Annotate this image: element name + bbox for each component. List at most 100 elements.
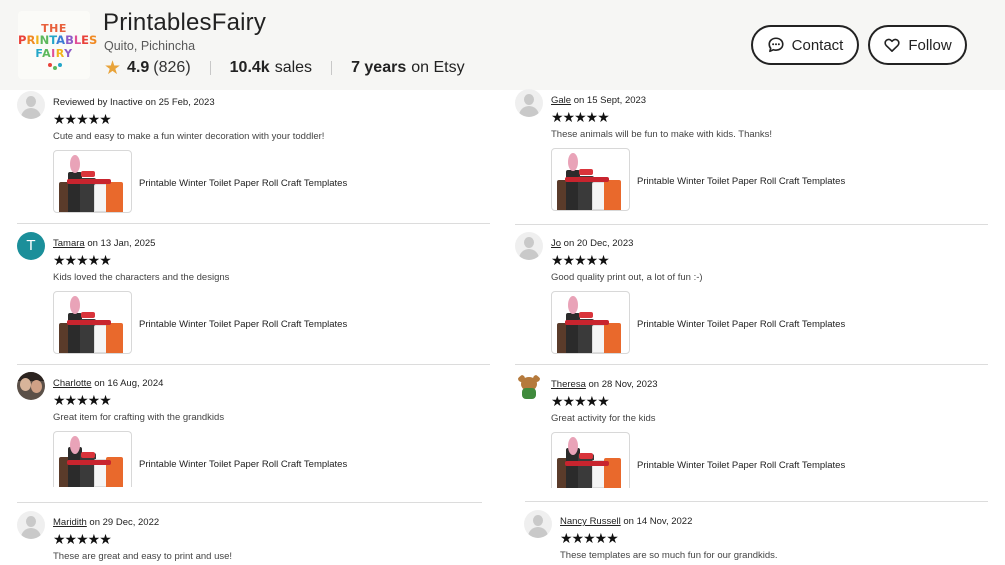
item-title-link[interactable]: Printable Winter Toilet Paper Roll Craft… bbox=[139, 178, 347, 189]
logo-text-line2: PRINTABLES bbox=[18, 33, 98, 47]
reviewer-name-link[interactable]: Tamara bbox=[53, 238, 85, 249]
item-title-link[interactable]: Printable Winter Toilet Paper Roll Craft… bbox=[139, 319, 347, 330]
item-thumbnail[interactable] bbox=[53, 431, 132, 487]
review-text: Cute and easy to make a fun winter decor… bbox=[53, 131, 325, 142]
item-title-link[interactable]: Printable Winter Toilet Paper Roll Craft… bbox=[637, 319, 845, 330]
review-meta: Theresa on 28 Nov, 2023 bbox=[551, 379, 658, 390]
follow-button[interactable]: Follow bbox=[868, 25, 967, 65]
rating-stars: ★★★★★ bbox=[551, 109, 610, 125]
default-avatar-icon bbox=[17, 511, 45, 539]
stats-divider bbox=[331, 61, 333, 75]
review-date: on 16 Aug, 2024 bbox=[91, 378, 164, 389]
default-avatar-icon bbox=[515, 89, 543, 117]
shop-name[interactable]: PrintablesFairy bbox=[103, 9, 266, 37]
review-text: Kids loved the characters and the design… bbox=[53, 272, 230, 283]
rating-stars: ★★★★★ bbox=[53, 111, 112, 127]
review-text: These templates are so much fun for our … bbox=[560, 550, 778, 561]
craft-roll-figure bbox=[106, 323, 123, 353]
review-card: Nancy Russell on 14 Nov, 2022 ★★★★★ Thes… bbox=[524, 510, 994, 565]
craft-accent bbox=[96, 156, 108, 168]
review-date: on 25 Feb, 2023 bbox=[142, 97, 215, 108]
craft-accent bbox=[96, 437, 108, 449]
rating-stars: ★★★★★ bbox=[551, 393, 610, 409]
rating-stars: ★★★★★ bbox=[551, 252, 610, 268]
default-avatar-icon bbox=[515, 232, 543, 260]
craft-accent bbox=[81, 312, 95, 318]
shop-logo[interactable]: THE PRINTABLES FAIRY bbox=[18, 11, 98, 79]
rating-value: 4.9 bbox=[127, 59, 150, 76]
craft-accent bbox=[594, 297, 606, 309]
rating-count[interactable]: (826) bbox=[153, 59, 190, 77]
sales-label: sales bbox=[274, 59, 313, 76]
rating-stars: ★★★★★ bbox=[53, 392, 112, 408]
teddy-bear-avatar bbox=[515, 373, 543, 401]
sales-value: 10.4k bbox=[229, 59, 270, 76]
item-thumbnail[interactable] bbox=[551, 148, 630, 211]
reviewer-name-link[interactable]: Jo bbox=[551, 238, 561, 249]
review-meta: Reviewed by Inactive on 25 Feb, 2023 bbox=[53, 97, 215, 108]
review-divider bbox=[17, 364, 490, 365]
craft-accent bbox=[70, 296, 80, 314]
reviewer-name-link[interactable]: Nancy Russell bbox=[560, 516, 621, 527]
craft-accent bbox=[81, 452, 95, 458]
review-card: Maridith on 29 Dec, 2022 ★★★★★ These are… bbox=[17, 511, 487, 565]
reviewer-name-link[interactable]: Theresa bbox=[551, 379, 586, 390]
craft-roll-figure bbox=[106, 182, 123, 212]
craft-accent bbox=[67, 460, 111, 465]
craft-accent bbox=[565, 461, 609, 466]
review-text: Great activity for the kids bbox=[551, 413, 656, 424]
shop-location: Quito, Pichincha bbox=[104, 39, 196, 53]
review-divider bbox=[515, 224, 988, 225]
review-date: on 20 Dec, 2023 bbox=[561, 238, 634, 249]
default-avatar-icon bbox=[17, 91, 45, 119]
reviewer-name-link[interactable]: Charlotte bbox=[53, 378, 92, 389]
shop-stats: ★ 4.9 (826) 10.4k sales 7 years on Etsy bbox=[104, 58, 465, 78]
review-card: T Tamara on 13 Jan, 2025 ★★★★★ Kids love… bbox=[17, 232, 487, 372]
follow-label: Follow bbox=[908, 36, 952, 54]
review-date: on 29 Dec, 2022 bbox=[86, 517, 160, 528]
item-thumbnail[interactable] bbox=[53, 150, 132, 213]
stats-divider bbox=[209, 61, 211, 75]
review-meta: Jo on 20 Dec, 2023 bbox=[551, 238, 633, 249]
craft-accent bbox=[579, 312, 593, 318]
item-title-link[interactable]: Printable Winter Toilet Paper Roll Craft… bbox=[637, 460, 845, 471]
craft-accent bbox=[579, 453, 593, 459]
initial-avatar: T bbox=[17, 232, 45, 260]
reviewer-name-link[interactable]: Maridith bbox=[53, 517, 87, 528]
craft-accent bbox=[594, 438, 606, 450]
review-card: Reviewed by Inactive on 25 Feb, 2023 ★★★… bbox=[17, 91, 487, 231]
review-card: Theresa on 28 Nov, 2023 ★★★★★ Great acti… bbox=[515, 373, 985, 513]
review-text: These animals will be fun to make with k… bbox=[551, 129, 773, 140]
craft-accent bbox=[67, 320, 111, 325]
rating-stars: ★★★★★ bbox=[560, 530, 619, 546]
craft-roll-figure bbox=[604, 180, 621, 210]
default-avatar-icon bbox=[524, 510, 552, 538]
reviewer-name-link[interactable]: Gale bbox=[551, 95, 571, 106]
review-date: on 15 Sept, 2023 bbox=[571, 95, 647, 106]
contact-button[interactable]: Contact bbox=[751, 25, 859, 65]
craft-accent bbox=[579, 169, 593, 175]
craft-accent bbox=[565, 177, 609, 182]
chat-bubble-icon bbox=[768, 37, 784, 53]
review-date: on 13 Jan, 2025 bbox=[84, 238, 156, 249]
item-title-link[interactable]: Printable Winter Toilet Paper Roll Craft… bbox=[139, 459, 347, 470]
photo-avatar bbox=[17, 372, 45, 400]
craft-accent bbox=[565, 320, 609, 325]
years-value: 7 years bbox=[351, 59, 407, 76]
review-card: Gale on 15 Sept, 2023 ★★★★★ These animal… bbox=[515, 89, 985, 229]
review-meta: Gale on 15 Sept, 2023 bbox=[551, 95, 646, 106]
item-thumbnail[interactable] bbox=[551, 291, 630, 354]
logo-dots-icon bbox=[48, 63, 62, 73]
item-thumbnail[interactable] bbox=[53, 291, 132, 354]
review-text: Great item for crafting with the grandki… bbox=[53, 412, 225, 423]
review-divider bbox=[515, 364, 988, 365]
reviewer-name: Reviewed by Inactive bbox=[53, 97, 143, 108]
review-meta: Maridith on 29 Dec, 2022 bbox=[53, 517, 159, 528]
review-date: on 28 Nov, 2023 bbox=[585, 379, 658, 390]
item-thumbnail[interactable] bbox=[551, 432, 630, 488]
item-title-link[interactable]: Printable Winter Toilet Paper Roll Craft… bbox=[637, 176, 845, 187]
craft-accent bbox=[96, 297, 108, 309]
review-meta: Tamara on 13 Jan, 2025 bbox=[53, 238, 155, 249]
heart-icon bbox=[884, 38, 900, 52]
craft-accent bbox=[594, 154, 606, 166]
